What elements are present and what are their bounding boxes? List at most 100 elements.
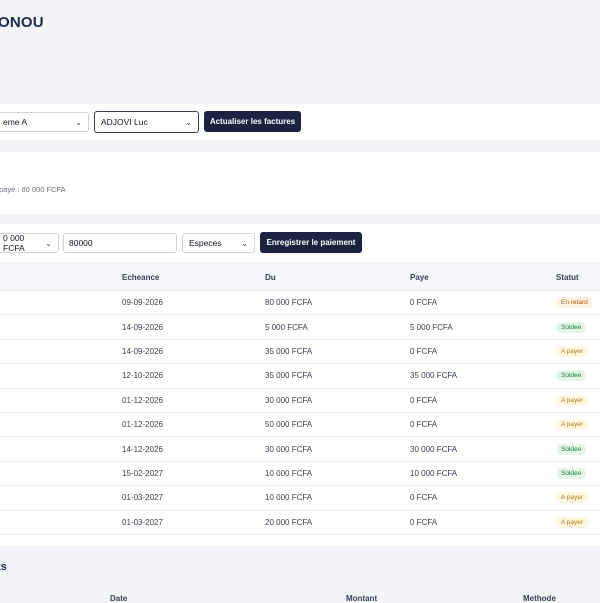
- status-cell: A payer: [556, 388, 600, 413]
- invoice-summary: paye : 80 000 FCFA: [0, 152, 600, 214]
- table-row: 01-03-2027 10 000 FCFA 0 FCFA A payer: [0, 485, 600, 511]
- status-cell: Soldee: [556, 363, 600, 389]
- column-header-method: Methode: [523, 594, 556, 603]
- filters-bar: eme A ⌄ ADJOVI Luc ⌄ Actualiser les fact…: [0, 104, 600, 140]
- status-cell: A payer: [556, 412, 600, 438]
- table-row: 01-03-2027 20 000 FCFA 0 FCFA A payer: [0, 510, 600, 535]
- amount-due-cell: 35 000 FCFA: [265, 339, 410, 365]
- amount-paid-cell: 10 000 FCFA: [410, 461, 556, 487]
- invoices-table: Echeance Du Paye Statut 09-09-2026 80 000…: [0, 264, 600, 535]
- column-header-paid: Paye: [410, 264, 556, 291]
- table-row: 15-02-2027 10 000 FCFA 10 000 FCFA Soldee: [0, 461, 600, 487]
- status-badge: Soldee: [556, 321, 587, 333]
- due-date-cell: 01-12-2026: [122, 412, 265, 438]
- amount-paid-cell: 0 FCFA: [410, 485, 556, 511]
- student-select[interactable]: ADJOVI Luc ⌄: [94, 111, 199, 133]
- amount-paid-cell: 0 FCFA: [410, 290, 556, 316]
- row-label-cell: [0, 290, 122, 316]
- row-label-cell: [0, 461, 122, 487]
- column-header-amount: Montant: [346, 594, 378, 603]
- remaining-amount-text: paye : 80 000 FCFA: [0, 185, 66, 194]
- status-cell: En retard: [556, 290, 600, 316]
- row-label-cell: [0, 412, 122, 438]
- chevron-down-icon: ⌄: [45, 238, 52, 248]
- due-date-cell: 01-12-2026: [122, 388, 265, 413]
- status-badge: A payer: [556, 516, 589, 528]
- amount-due-cell: 5 000 FCFA: [265, 314, 410, 340]
- amount-paid-cell: 30 000 FCFA: [410, 436, 556, 462]
- class-select[interactable]: eme A ⌄: [0, 112, 89, 132]
- amount-due-cell: 35 000 FCFA: [265, 363, 410, 389]
- status-cell: Soldee: [556, 461, 600, 487]
- status-cell: Soldee: [556, 436, 600, 462]
- table-row: 01-12-2026 50 000 FCFA 0 FCFA A payer: [0, 412, 600, 438]
- due-date-cell: 14-09-2026: [122, 314, 265, 340]
- status-cell: A payer: [556, 339, 600, 365]
- row-label-cell: [0, 436, 122, 462]
- status-badge: Soldee: [556, 443, 587, 455]
- payment-form: 0 000 FCFA ⌄ 80000 Especes ⌄ Enregistrer…: [0, 224, 600, 262]
- page-title: ONOU: [0, 14, 44, 31]
- status-badge: Soldee: [556, 370, 587, 382]
- row-label-cell: [0, 314, 122, 340]
- class-select-value: eme A: [3, 117, 28, 127]
- amount-due-cell: 50 000 FCFA: [265, 412, 410, 438]
- row-label-cell: [0, 485, 122, 511]
- column-header-status: Statut: [556, 264, 600, 291]
- invoice-select[interactable]: 0 000 FCFA ⌄: [0, 233, 59, 253]
- amount-due-cell: 30 000 FCFA: [265, 436, 410, 462]
- amount-due-cell: 80 000 FCFA: [265, 290, 410, 316]
- amount-paid-cell: 35 000 FCFA: [410, 363, 556, 389]
- status-cell: A payer: [556, 510, 600, 535]
- table-row: 09-09-2026 80 000 FCFA 0 FCFA En retard: [0, 290, 600, 316]
- amount-due-cell: 10 000 FCFA: [265, 485, 410, 511]
- status-cell: Soldee: [556, 314, 600, 340]
- amount-due-cell: 30 000 FCFA: [265, 388, 410, 413]
- chevron-down-icon: ⌄: [241, 238, 248, 248]
- column-header-date: Date: [110, 594, 128, 603]
- amount-paid-cell: 0 FCFA: [410, 339, 556, 365]
- refresh-invoices-button[interactable]: Actualiser les factures: [204, 111, 301, 132]
- amount-paid-cell: 0 FCFA: [410, 388, 556, 413]
- table-row: 12-10-2026 35 000 FCFA 35 000 FCFA Soldee: [0, 363, 600, 389]
- row-label-cell: [0, 339, 122, 365]
- column-header-blank: [0, 264, 122, 291]
- due-date-cell: 14-09-2026: [122, 339, 265, 365]
- amount-due-cell: 10 000 FCFA: [265, 461, 410, 487]
- due-date-cell: 09-09-2026: [122, 290, 265, 316]
- status-badge: A payer: [556, 492, 589, 504]
- status-badge: A payer: [556, 394, 589, 406]
- table-row: 14-09-2026 5 000 FCFA 5 000 FCFA Soldee: [0, 314, 600, 340]
- method-select[interactable]: Especes ⌄: [182, 233, 255, 253]
- row-label-cell: [0, 510, 122, 535]
- chevron-down-icon: ⌄: [185, 117, 192, 127]
- row-label-cell: [0, 363, 122, 389]
- status-badge: A payer: [556, 345, 589, 357]
- due-date-cell: 01-03-2027: [122, 485, 265, 511]
- chevron-down-icon: ⌄: [75, 117, 82, 127]
- amount-paid-cell: 0 FCFA: [410, 510, 556, 535]
- table-header-row: Echeance Du Paye Statut: [0, 264, 600, 291]
- payments-section: ts Date Montant Methode: [0, 552, 600, 603]
- status-badge: Soldee: [556, 467, 587, 479]
- invoices-table-card: Echeance Du Paye Statut 09-09-2026 80 000…: [0, 264, 600, 546]
- save-payment-button[interactable]: Enregistrer le paiement: [260, 232, 362, 253]
- row-label-cell: [0, 388, 122, 413]
- status-badge: A payer: [556, 419, 589, 431]
- student-select-value: ADJOVI Luc: [101, 117, 148, 127]
- method-select-value: Especes: [189, 238, 222, 248]
- column-header-amount: Du: [265, 264, 410, 291]
- status-badge: En retard: [556, 297, 593, 309]
- table-row: 14-12-2026 30 000 FCFA 30 000 FCFA Soldee: [0, 436, 600, 462]
- amount-due-cell: 20 000 FCFA: [265, 510, 410, 535]
- column-header-due: Echeance: [122, 264, 265, 291]
- due-date-cell: 14-12-2026: [122, 436, 265, 462]
- due-date-cell: 12-10-2026: [122, 363, 265, 389]
- amount-paid-cell: 5 000 FCFA: [410, 314, 556, 340]
- invoice-select-value: 0 000 FCFA: [3, 233, 25, 253]
- due-date-cell: 15-02-2027: [122, 461, 265, 487]
- table-row: 01-12-2026 30 000 FCFA 0 FCFA A payer: [0, 388, 600, 413]
- payments-title: ts: [0, 561, 7, 573]
- due-date-cell: 01-03-2027: [122, 510, 265, 535]
- amount-input[interactable]: 80000: [63, 233, 177, 253]
